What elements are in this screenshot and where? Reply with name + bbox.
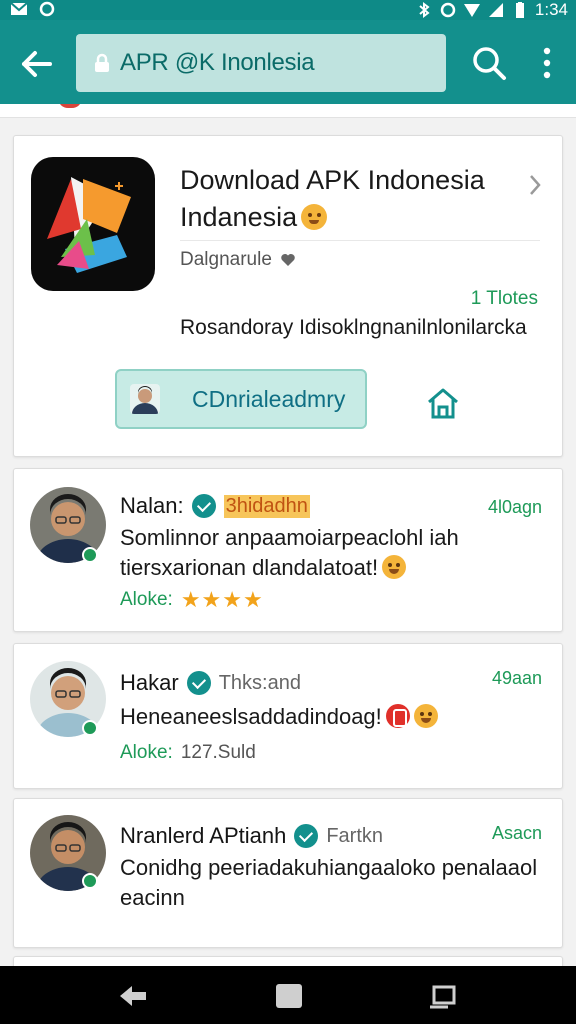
url-field[interactable]: APR @K Inonlesia (76, 34, 446, 92)
developer-row: Dalgnarule (180, 249, 296, 271)
heart-icon (281, 254, 295, 266)
nav-home-icon[interactable] (276, 984, 302, 1008)
app-logo-icon (47, 177, 131, 273)
reviewer-tag: 3hidadhn (223, 494, 310, 518)
battery-icon (515, 2, 524, 18)
review-card[interactable]: Nranlerd APtianh Fartkn Asacn Conidhg pe… (13, 798, 563, 948)
reviewer-name-row: Nalan: 3hidadhn (120, 493, 310, 519)
sync-icon (39, 1, 55, 17)
developer-name: Dalgnarule (180, 249, 272, 270)
review-time: 4l0agn (487, 497, 542, 517)
star-rating: ★★★★ (180, 587, 264, 612)
wifi-icon (463, 4, 480, 17)
online-badge (82, 873, 98, 889)
app-title-line1: Download APK Indonesia (180, 165, 485, 195)
review-text: Somlinnor anpaamoiarpeaclohl iah tiersxa… (120, 525, 459, 580)
search-icon[interactable] (470, 44, 508, 82)
review-meta: Aloke: 127.Suld (120, 742, 256, 764)
smile-emoji-icon (301, 204, 328, 230)
review-card-partial[interactable] (13, 956, 563, 966)
status-bar: 1:34 (0, 0, 576, 20)
review-meta-label: Aloke: (120, 589, 173, 610)
app-bar: APR @K Inonlesia (0, 20, 576, 104)
content-area: Download APK Indonesia Indanesia Dalgnar… (0, 104, 576, 966)
review-card[interactable]: Nalan: 3hidadhn 4l0agn Somlinnor anpaamo… (13, 468, 563, 632)
reviewer-name-row: Nranlerd APtianh Fartkn (120, 823, 383, 849)
rating-count: 1 Tlotes (470, 288, 538, 309)
app-description: Rosandoray Idisoklngnanilnlonilarcka (180, 316, 527, 339)
red-badge-edge (58, 104, 82, 108)
review-meta: Aloke: ★★★★ (120, 587, 264, 613)
reviewer-tag: Thks:and (218, 671, 301, 694)
verified-icon (191, 494, 216, 518)
reviewer-name-row: Hakar Thks:and (120, 670, 301, 696)
more-vert-icon[interactable] (536, 46, 558, 80)
arrow-left-icon[interactable] (14, 42, 58, 86)
review-meta-label: Aloke: (120, 742, 173, 763)
download-button-label: CDnrialeadmry (192, 385, 346, 412)
smile-emoji-icon (413, 704, 438, 728)
system-nav-bar (0, 966, 576, 1024)
divider (180, 240, 540, 241)
nav-recent-icon[interactable] (428, 983, 458, 1009)
review-text: Conidhg peeriadakuhiangaaloko penalaaol … (120, 855, 538, 910)
review-time: Asacn (491, 823, 542, 843)
nav-back-icon[interactable] (118, 983, 148, 1009)
lock-icon (95, 53, 109, 72)
button-avatar (130, 384, 160, 414)
camera-emoji-icon (385, 704, 410, 728)
download-button[interactable]: CDnrialeadmry (115, 369, 367, 429)
reviewer-name: Nalan: (120, 493, 184, 518)
chevron-right-icon[interactable] (526, 172, 544, 198)
app-title-line2: Indanesia (180, 202, 298, 232)
reviewer-tag: Fartkn (326, 824, 384, 847)
review-meta-value: 127.Suld (180, 742, 256, 763)
signal-icon (488, 3, 503, 17)
reviewer-name: Hakar (120, 670, 179, 695)
app-title: Download APK Indonesia Indanesia (180, 162, 520, 236)
clock: 1:34 (534, 0, 568, 19)
app-icon (31, 157, 155, 291)
review-time: 49aan (491, 668, 542, 688)
verified-icon (294, 824, 319, 848)
mail-icon (10, 2, 28, 15)
smile-emoji-icon (382, 555, 407, 579)
bluetooth-icon (419, 2, 430, 18)
review-text: Heneaneeslsaddadindoag! (120, 702, 550, 732)
alarm-icon (440, 2, 456, 18)
verified-icon (186, 671, 211, 695)
url-text: APR @K Inonlesia (120, 49, 315, 76)
online-badge (82, 720, 98, 736)
home-icon[interactable] (426, 386, 460, 420)
app-card[interactable]: Download APK Indonesia Indanesia Dalgnar… (13, 135, 563, 457)
online-badge (82, 547, 98, 563)
review-card[interactable]: Hakar Thks:and 49aan Heneaneeslsaddadind… (13, 643, 563, 789)
reviewer-name: Nranlerd APtianh (120, 823, 287, 848)
previous-item-edge (0, 104, 576, 118)
